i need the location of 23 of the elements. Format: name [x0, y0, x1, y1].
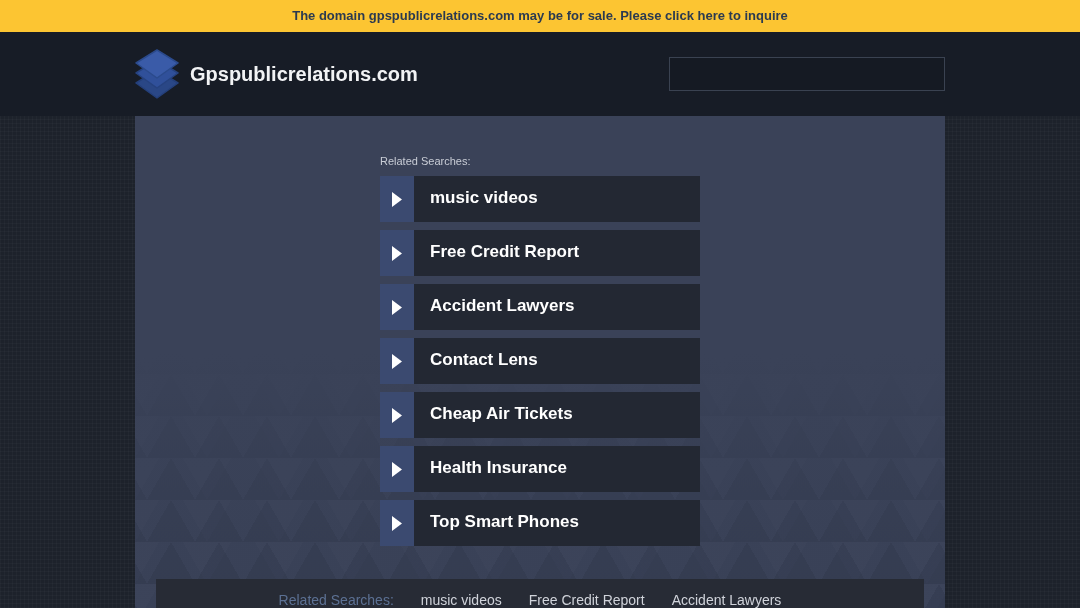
- search-field[interactable]: [669, 57, 945, 91]
- play-icon: [380, 392, 414, 438]
- search-link[interactable]: Cheap Air Tickets: [380, 392, 700, 438]
- search-link[interactable]: music videos: [380, 176, 700, 222]
- search-link[interactable]: Health Insurance: [380, 446, 700, 492]
- search-link[interactable]: Top Smart Phones: [380, 500, 700, 546]
- related-searches-heading: Related Searches:: [380, 154, 471, 168]
- play-icon: [380, 176, 414, 222]
- play-icon: [380, 284, 414, 330]
- play-icon: [380, 500, 414, 546]
- footer-heading: Related Searches:: [278, 592, 394, 608]
- layers-icon: [135, 49, 179, 99]
- sale-banner-link[interactable]: The domain gpspublicrelations.com may be for sale. Please click here to inquire: [0, 0, 1080, 32]
- footer-link[interactable]: music videos: [420, 592, 502, 608]
- search-link[interactable]: Free Credit Report: [380, 230, 700, 276]
- play-icon: [380, 446, 414, 492]
- footer-link[interactable]: Free Credit Report: [528, 592, 645, 608]
- search-link[interactable]: Accident Lawyers: [380, 284, 700, 330]
- site-title: Gpspublicrelations.com: [190, 62, 418, 86]
- play-icon: [380, 230, 414, 276]
- footer-link[interactable]: Accident Lawyers: [671, 592, 782, 608]
- search-link[interactable]: Contact Lens: [380, 338, 700, 384]
- play-icon: [380, 338, 414, 384]
